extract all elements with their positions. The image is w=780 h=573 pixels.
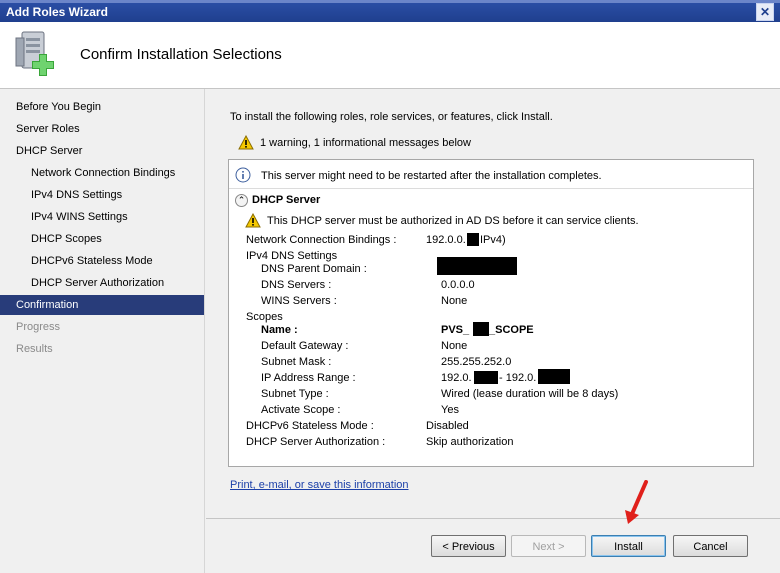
wizard-nav: Before You Begin Server Roles DHCP Serve… [0,89,205,573]
default-gateway-value: None [441,340,468,352]
authorization-label: DHCP Server Authorization : [246,436,386,448]
dns-servers-value: 0.0.0.0 [441,279,475,291]
scope-name-label: Name : [261,324,298,336]
nav-item-results: Results [16,343,53,355]
next-button: Next > [511,535,586,557]
nav-item-ipv4-dns-settings[interactable]: IPv4 DNS Settings [0,185,204,205]
ipv4-dns-settings-label: IPv4 DNS Settings [246,250,338,262]
section-warning: This DHCP server must be authorized in A… [245,212,639,231]
subnet-mask-value: 255.255.252.0 [441,356,512,368]
window-title: Add Roles Wizard [6,5,108,19]
info-message-text: This server might need to be restarted a… [261,170,602,182]
ncb-label: Network Connection Bindings : [246,234,397,246]
previous-button[interactable]: < Previous [431,535,506,557]
redaction-block [473,322,489,336]
wizard-footer: < Previous Next > Install Cancel [206,518,780,573]
warning-icon [238,134,254,150]
dns-servers-label: DNS Servers : [261,279,332,291]
title-bar[interactable]: Add Roles Wizard ✕ [0,0,780,22]
dhcpv6-value: Disabled [426,420,469,432]
ncb-value-prefix: 192.0.0. [426,234,466,246]
warning-icon [245,212,261,228]
red-arrow-annotation-icon [625,480,648,524]
redaction-block [474,371,498,384]
print-email-save-link[interactable]: Print, e-mail, or save this information [230,479,409,491]
activate-scope-value: Yes [441,404,459,416]
section-title: DHCP Server [252,194,321,206]
wins-servers-value: None [441,295,468,307]
ip-range-end-prefix: - 192.0. [499,372,537,384]
info-icon [235,167,251,183]
subnet-type-label: Subnet Type : [261,388,329,400]
nav-item-network-connection-bindings[interactable]: Network Connection Bindings [0,163,204,183]
nav-item-dhcpv6-stateless-mode[interactable]: DHCPv6 Stateless Mode [0,251,204,271]
dhcpv6-label: DHCPv6 Stateless Mode : [246,420,374,432]
ip-range-label: IP Address Range : [261,372,356,384]
intro-text: To install the following roles, role ser… [230,111,553,123]
activate-scope-label: Activate Scope : [261,404,341,416]
cancel-button[interactable]: Cancel [673,535,748,557]
nav-item-progress: Progress [16,321,61,333]
nav-item-confirmation[interactable]: Confirmation [0,295,204,315]
info-message: This server might need to be restarted a… [235,167,602,187]
dns-parent-domain-label: DNS Parent Domain : [261,263,367,275]
authorization-value: Skip authorization [426,436,514,448]
summary-warning: 1 warning, 1 informational messages belo… [238,134,471,153]
subnet-mask-label: Subnet Mask : [261,356,332,368]
wizard-content: To install the following roles, role ser… [206,89,780,515]
nav-item-dhcp-server-authorization[interactable]: DHCP Server Authorization [0,273,204,293]
install-button[interactable]: Install [591,535,666,557]
page-title: Confirm Installation Selections [80,46,282,63]
ncb-value-suffix: IPv4) [480,234,506,246]
default-gateway-label: Default Gateway : [261,340,349,352]
summary-warning-text: 1 warning, 1 informational messages belo… [260,137,471,149]
wizard-header: Confirm Installation Selections [0,22,780,89]
nav-item-server-roles[interactable]: Server Roles [0,119,204,139]
collapse-chevron-icon[interactable]: ⌃ [235,194,248,207]
ip-range-start-prefix: 192.0. [441,372,472,384]
close-button[interactable]: ✕ [756,3,774,21]
nav-item-ipv4-wins-settings[interactable]: IPv4 WINS Settings [0,207,204,227]
add-roles-wizard-window: Add Roles Wizard ✕ Confirm Installation … [0,0,780,573]
title-bar-highlight [0,0,780,3]
nav-item-before-you-begin[interactable]: Before You Begin [0,97,204,117]
server-add-icon [15,31,54,76]
divider [229,188,753,189]
redaction-block [467,233,479,246]
redaction-block [437,257,517,275]
scopes-label: Scopes [246,311,283,323]
nav-item-dhcp-scopes[interactable]: DHCP Scopes [0,229,204,249]
scope-name-prefix: PVS_ [441,324,470,336]
subnet-type-value: Wired (lease duration will be 8 days) [441,388,619,400]
selection-summary-box[interactable]: This server might need to be restarted a… [228,159,754,467]
wins-servers-label: WINS Servers : [261,295,337,307]
redaction-block [538,369,570,384]
section-warning-text: This DHCP server must be authorized in A… [267,215,639,227]
scope-name-suffix: _SCOPE [489,324,534,336]
nav-item-dhcp-server[interactable]: DHCP Server [0,141,204,161]
